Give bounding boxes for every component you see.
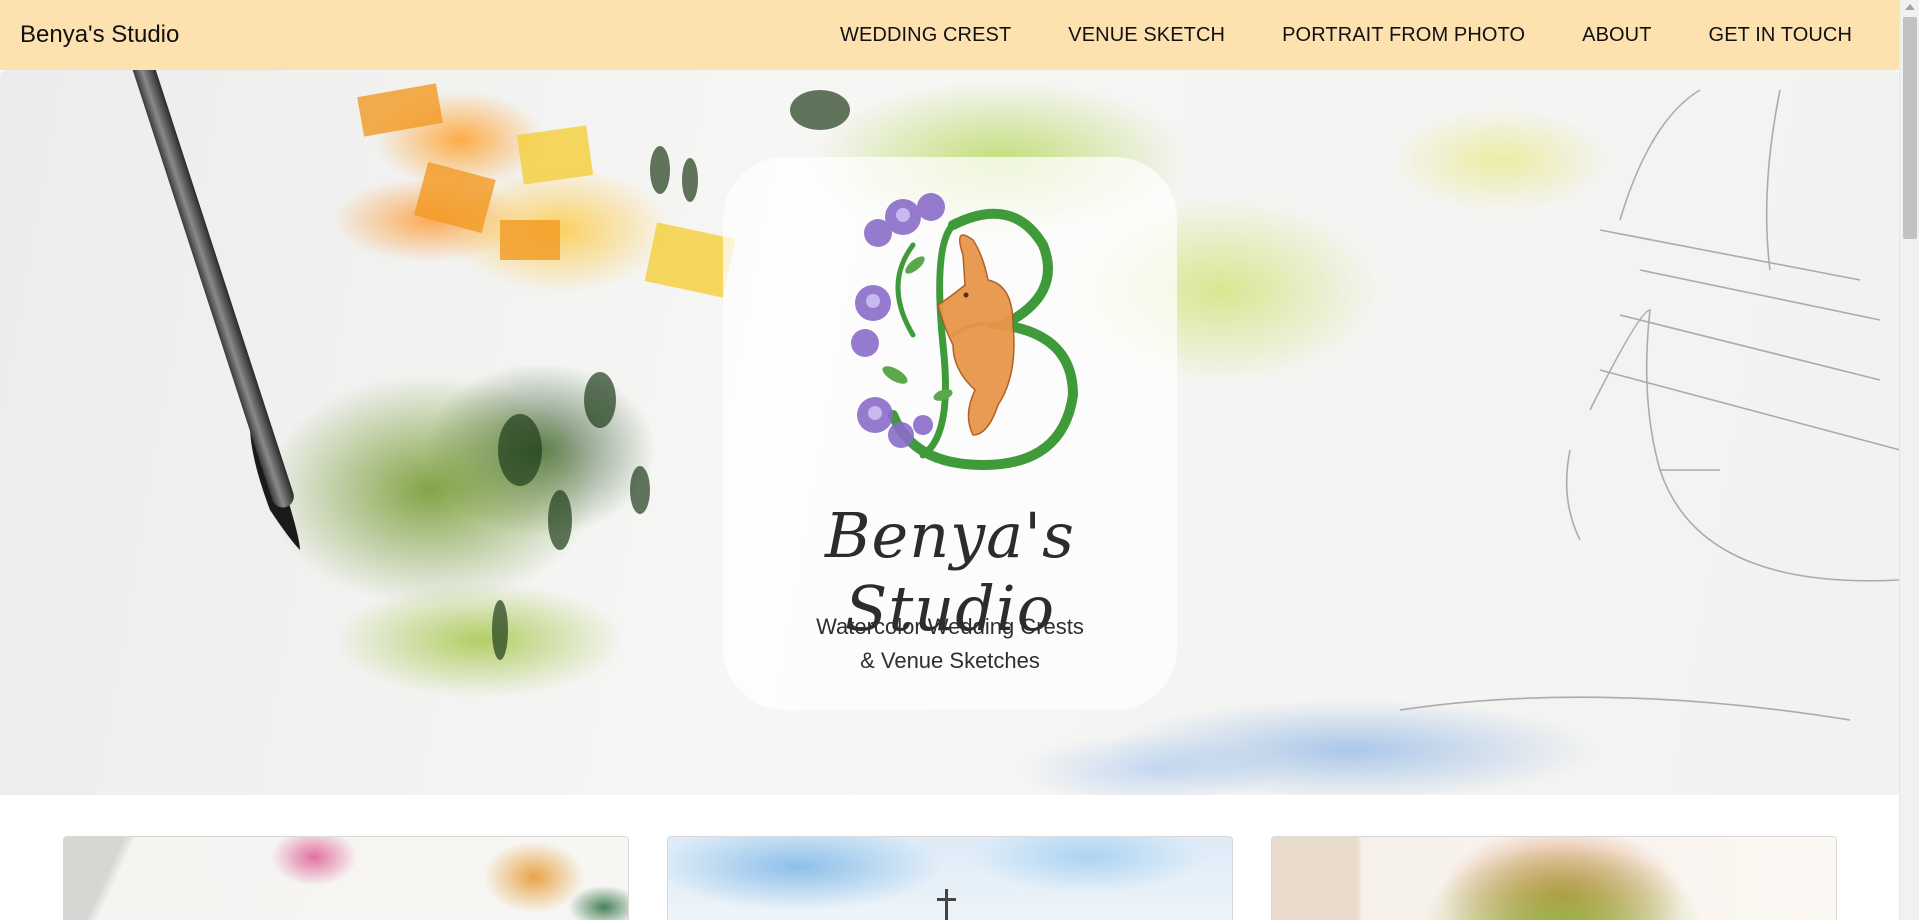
gallery-section xyxy=(63,836,1837,920)
portrait-card[interactable] xyxy=(1271,836,1837,920)
top-navbar: Benya's Studio WEDDING CREST VENUE SKETC… xyxy=(0,0,1899,70)
scrollbar-thumb[interactable] xyxy=(1903,17,1917,239)
scroll-up-arrow-icon[interactable] xyxy=(1905,4,1915,10)
tagline-line-2: & Venue Sketches xyxy=(860,648,1040,673)
nav-venue-sketch[interactable]: VENUE SKETCH xyxy=(1068,24,1225,47)
page-scrollbar[interactable] xyxy=(1899,0,1919,920)
nav-portrait-from-photo[interactable]: PORTRAIT FROM PHOTO xyxy=(1282,24,1525,47)
hero-banner: Benya's Studio Watercolor Wedding Crests… xyxy=(0,70,1899,795)
tagline-line-1: Watercolor Wedding Crests xyxy=(816,614,1084,639)
hero-logo-card: Benya's Studio Watercolor Wedding Crests… xyxy=(723,157,1177,710)
nav-get-in-touch[interactable]: GET IN TOUCH xyxy=(1709,24,1852,47)
venue-sketch-card[interactable] xyxy=(667,836,1233,920)
nav-links: WEDDING CREST VENUE SKETCH PORTRAIT FROM… xyxy=(783,24,1852,47)
nav-wedding-crest[interactable]: WEDDING CREST xyxy=(840,24,1011,47)
brand-link[interactable]: Benya's Studio xyxy=(20,21,179,49)
wedding-crest-logo-icon xyxy=(851,193,1079,471)
church-cross-icon xyxy=(937,889,956,920)
hero-tagline: Watercolor Wedding Crests & Venue Sketch… xyxy=(723,610,1177,678)
nav-about[interactable]: ABOUT xyxy=(1582,24,1651,47)
wedding-crest-card[interactable] xyxy=(63,836,629,920)
